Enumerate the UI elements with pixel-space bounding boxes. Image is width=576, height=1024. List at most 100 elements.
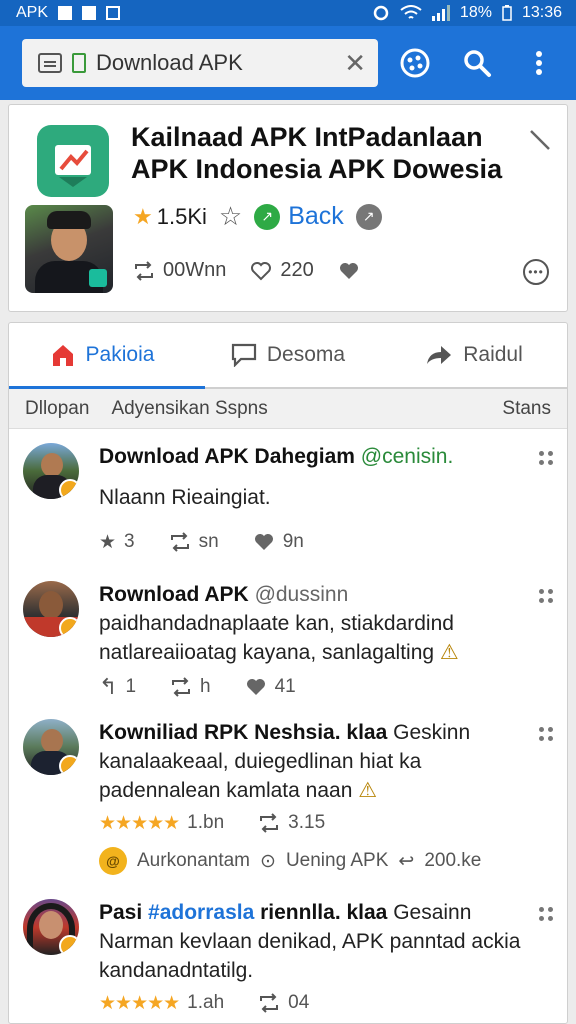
heart-icon [254,534,273,550]
sponsor-count: 200.ke [424,850,482,871]
battery-icon [502,5,512,21]
app-logo-icon [43,131,103,191]
overflow-menu-button[interactable] [514,38,564,88]
extensions-button[interactable] [390,38,440,88]
sync-icon [373,5,389,21]
like-count: 220 [280,259,314,281]
tab-label: Desoma [266,343,346,366]
avatar[interactable] [23,719,79,775]
back-label: Back [288,202,344,230]
repost-action[interactable]: h [170,676,211,698]
apps-icon [400,48,430,78]
heart-outline-icon [251,261,272,280]
reply-action[interactable]: ↰ 1 [99,674,136,700]
post-author[interactable]: Pasi [99,901,142,924]
post-actions: ★ 3 sn 9n [99,524,521,560]
tab-home[interactable]: Pakioia [9,323,195,387]
wifi-icon [400,5,422,19]
status-bar: APK 18% 13:36 [0,0,576,26]
favorite-star-icon[interactable]: ☆ [219,201,242,232]
clock: 13:36 [521,4,562,21]
post-menu-icon[interactable] [539,451,553,465]
repost-icon [172,677,191,697]
sponsored-row[interactable]: @ Aurkonantam ⊙ Uening APK ↩ 200.ke [99,847,521,875]
post-menu-icon[interactable] [539,907,553,921]
like-stat[interactable]: 220 [250,259,314,282]
feed-post[interactable]: Rownload APK @dussinn paidhandadnaplaate… [9,567,567,705]
app-card: Kailnaad APK IntPadanlaan APK Indonesia … [8,104,568,312]
post-handle[interactable]: @dussinn [255,583,349,606]
repost-action[interactable]: sn [169,531,219,553]
tab-messages[interactable]: Desoma [195,323,381,387]
five-star-icon: ★★★★★ [99,992,180,1014]
filter-left[interactable]: Dllopan [25,398,89,420]
repost-count: sn [198,531,219,552]
post-menu-icon[interactable] [539,589,553,603]
app-logo [37,125,109,197]
post-handle[interactable]: @cenisin. [361,445,454,468]
star-icon: ★ [133,203,153,229]
close-icon[interactable]: ✕ [344,48,366,79]
tab-share[interactable]: Raidul [381,323,567,387]
rating-value: 1.bn [187,812,225,833]
feed-post[interactable]: Pasi #adorrasla riennlla. klaa Gesainn N… [9,885,567,1023]
post-text: Narman kevlaan denikad, APK panntad acki… [99,930,521,982]
reply-count: 1 [125,676,137,697]
share-icon[interactable]: ↗ [355,203,382,230]
star-count: 3 [124,531,135,552]
home-icon [52,345,73,366]
post-menu-icon[interactable] [539,727,553,741]
repost-count: h [200,676,211,697]
filter-right[interactable]: Stans [502,398,551,420]
rating-action[interactable]: ★★★★★ 1.bn [99,812,224,835]
post-text: kanalaakeaal, duiegedlinan hiat ka paden… [99,747,521,805]
repost-stat[interactable]: 00Wnn [133,259,226,282]
post-handle[interactable]: Geskinn [393,721,470,744]
heart-filled-icon[interactable] [338,261,360,281]
more-vert-icon [536,51,542,75]
repost-action[interactable]: 3.15 [258,812,325,834]
like-action[interactable]: 41 [245,676,296,698]
post-author-suffix[interactable]: riennlla. klaa [260,901,387,924]
back-button[interactable]: ↗ Back [254,202,344,231]
feed-post[interactable]: Download APK Dahegiam @cenisin. Nlaann R… [9,429,567,567]
post-hashtag[interactable]: #adorrasla [148,901,254,924]
like-count: 41 [274,676,296,697]
globe-icon: ⊙ [260,850,276,872]
repost-count: 3.15 [288,812,326,833]
repost-action[interactable]: 04 [258,992,309,1014]
repost-icon [170,532,189,552]
post-author[interactable]: Rownload APK [99,583,249,606]
post-handle[interactable]: Gesainn [393,901,471,924]
image-icon [106,6,121,20]
url-bar[interactable]: Download APK ✕ [22,39,378,87]
rating-action[interactable]: ★★★★★ 1.ah [99,992,224,1015]
edit-icon[interactable] [527,127,553,153]
star-action[interactable]: ★ 3 [99,531,135,554]
like-count: 9n [282,531,304,552]
post-author[interactable]: Download APK Dahegiam [99,445,355,468]
star-icon: ★ [99,531,117,553]
trend-icon: ↗ [254,203,281,230]
tabs-icon[interactable] [38,53,62,73]
share-arrow-icon [427,346,452,364]
sponsor-meta: Uening APK [285,850,389,871]
search-button[interactable] [452,38,502,88]
post-actions: ↰ 1 h 41 [99,669,521,705]
browser-toolbar: Download APK ✕ [0,26,576,100]
like-action[interactable]: 9n [253,531,304,553]
post-author[interactable]: Kowniliad RPK Neshsia. klaa [99,721,387,744]
filter-row: Dllopan Adyensikan Sspns Stans [9,389,567,429]
avatar[interactable] [23,581,79,637]
tab-label: Pakioia [85,343,155,366]
avatar[interactable] [23,443,79,499]
filter-middle[interactable]: Adyensikan Sspns [111,398,502,420]
status-app-label: APK [16,4,49,21]
url-text[interactable]: Download APK [96,50,334,76]
five-star-icon: ★★★★★ [99,812,180,834]
feed-post[interactable]: Kowniliad RPK Neshsia. klaa Geskinn kana… [9,705,567,885]
sponsor-name: Aurkonantam [137,850,251,871]
post-actions: ★★★★★ 1.bn 3.15 [99,805,521,841]
more-options-icon[interactable]: ••• [523,259,549,285]
avatar[interactable] [23,899,79,955]
